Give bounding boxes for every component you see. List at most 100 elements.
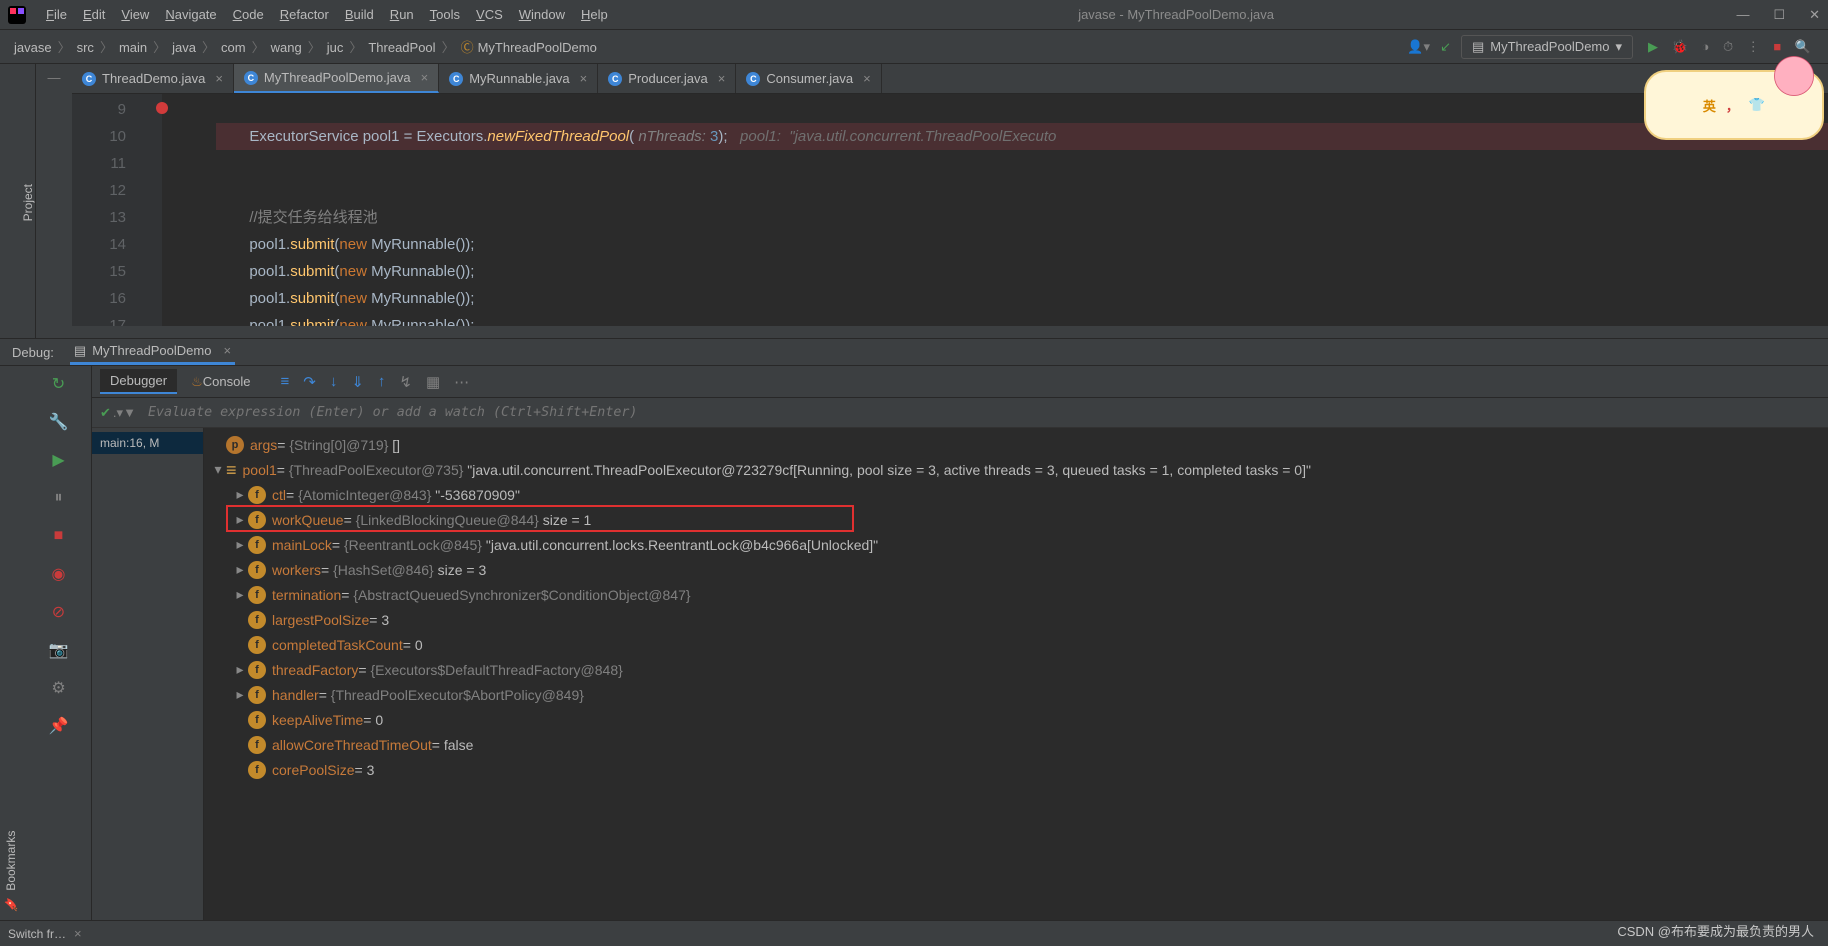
editor-tab[interactable]: CMyRunnable.java×	[439, 64, 598, 93]
run-icon[interactable]: ▶	[1648, 39, 1658, 54]
menu-build[interactable]: Build	[337, 7, 382, 22]
breadcrumb-item[interactable]: src	[75, 40, 96, 55]
breadcrumb-item[interactable]: javase	[12, 40, 54, 55]
pause-icon[interactable]: ⏸	[49, 488, 69, 508]
thread-dump-icon[interactable]: 📷	[49, 640, 69, 660]
close-icon[interactable]: ×	[223, 343, 231, 358]
menu-tools[interactable]: Tools	[422, 7, 468, 22]
variable-row[interactable]: ▸fmainLock = {ReentrantLock@845} "java.u…	[204, 532, 1828, 557]
stop-icon[interactable]: ■	[1773, 39, 1781, 54]
horizontal-scrollbar[interactable]	[72, 326, 1828, 338]
editor-tab[interactable]: CThreadDemo.java×	[72, 64, 234, 93]
menu-vcs[interactable]: VCS	[468, 7, 511, 22]
force-step-into-icon[interactable]: ⇓	[351, 373, 364, 391]
variable-row[interactable]: pargs = {String[0]@719} []	[204, 432, 1828, 457]
editor-tab[interactable]: CMyThreadPoolDemo.java×	[234, 64, 439, 93]
collapse-icon[interactable]: —	[48, 70, 61, 85]
console-tab[interactable]: ♨Console	[181, 370, 260, 394]
editor-tab[interactable]: CConsumer.java×	[736, 64, 881, 93]
expand-icon[interactable]: ▸	[232, 661, 248, 678]
close-icon[interactable]: ×	[718, 71, 726, 86]
menu-help[interactable]: Help	[573, 7, 616, 22]
debug-icon[interactable]: 🐞	[1672, 39, 1688, 54]
mute-breakpoints-icon[interactable]: ⊘	[49, 602, 69, 622]
variable-row[interactable]: fcompletedTaskCount = 0	[204, 632, 1828, 657]
run-config-selector[interactable]: ▤ MyThreadPoolDemo ▾	[1461, 35, 1633, 59]
step-over-icon[interactable]: ↷	[303, 373, 316, 391]
menu-edit[interactable]: Edit	[75, 7, 113, 22]
coverage-icon[interactable]: ◑	[1701, 39, 1709, 54]
menu-run[interactable]: Run	[382, 7, 422, 22]
expand-icon[interactable]: ▸	[232, 536, 248, 553]
project-toolwindow-tab[interactable]: Project	[21, 178, 35, 227]
chevron-down-icon[interactable]: ▼	[123, 405, 136, 420]
variable-row[interactable]: flargestPoolSize = 3	[204, 607, 1828, 632]
breadcrumb-item[interactable]: juc	[325, 40, 346, 55]
view-breakpoints-icon[interactable]: ◉	[49, 564, 69, 584]
expand-icon[interactable]: ▾	[210, 461, 226, 478]
bookmarks-icon[interactable]: 🔖	[4, 897, 18, 912]
vcs-update-icon[interactable]: ↙	[1440, 39, 1451, 55]
menu-file[interactable]: File	[38, 7, 75, 22]
accept-icon[interactable]: ✔	[100, 405, 111, 421]
variable-row[interactable]: ▸fctl = {AtomicInteger@843} "-536870909"	[204, 482, 1828, 507]
settings-icon[interactable]: ⚙	[49, 678, 69, 698]
close-icon[interactable]: ×	[863, 71, 871, 86]
breakpoint-gutter[interactable]	[144, 94, 162, 326]
minimize-icon[interactable]: —	[1736, 7, 1749, 23]
variable-row[interactable]: fallowCoreThreadTimeOut = false	[204, 732, 1828, 757]
menu-view[interactable]: View	[113, 7, 157, 22]
drop-frame-icon[interactable]: ↯	[399, 373, 412, 391]
menu-window[interactable]: Window	[511, 7, 573, 22]
switch-frames-label[interactable]: Switch fr…	[8, 927, 66, 941]
frames-panel[interactable]: main:16, M	[92, 428, 204, 920]
expand-icon[interactable]: ▸	[232, 686, 248, 703]
debugger-tab[interactable]: Debugger	[100, 369, 177, 394]
expand-icon[interactable]: ▸	[232, 511, 248, 528]
variable-row[interactable]: ▸fhandler = {ThreadPoolExecutor$AbortPol…	[204, 682, 1828, 707]
breadcrumb-item[interactable]: java	[170, 40, 198, 55]
pin-icon[interactable]: 📌	[49, 716, 69, 736]
bookmarks-tab[interactable]: Bookmarks	[4, 831, 18, 891]
step-out-icon[interactable]: ↑	[378, 373, 386, 391]
resume-icon[interactable]: ▶	[49, 450, 69, 470]
variable-row[interactable]: fcorePoolSize = 3	[204, 757, 1828, 782]
breadcrumb-item[interactable]: ⒸMyThreadPoolDemo	[459, 40, 599, 55]
menu-refactor[interactable]: Refactor	[272, 7, 337, 22]
attach-icon[interactable]: ⋮	[1747, 39, 1760, 54]
evaluate-expression-input[interactable]	[136, 405, 1828, 420]
maximize-icon[interactable]: ☐	[1773, 7, 1785, 23]
step-into-icon[interactable]: ↓	[330, 373, 338, 391]
variable-row[interactable]: ▸fthreadFactory = {Executors$DefaultThre…	[204, 657, 1828, 682]
close-window-icon[interactable]: ✕	[1809, 7, 1820, 23]
breadcrumb-item[interactable]: ThreadPool	[366, 40, 437, 55]
variable-row[interactable]: ▸fworkers = {HashSet@846} size = 3	[204, 557, 1828, 582]
variable-row[interactable]: fkeepAliveTime = 0	[204, 707, 1828, 732]
menu-navigate[interactable]: Navigate	[157, 7, 224, 22]
stop-debug-icon[interactable]: ■	[49, 526, 69, 546]
variables-panel[interactable]: pargs = {String[0]@719} []▾≡pool1 = {Thr…	[204, 428, 1828, 920]
code-content[interactable]: ExecutorService pool1 = Executors.newFix…	[162, 94, 1828, 326]
close-icon[interactable]: ×	[215, 71, 223, 86]
user-icon[interactable]: 👤▾	[1407, 39, 1430, 55]
expand-icon[interactable]: ▸	[232, 561, 248, 578]
stack-frame[interactable]: main:16, M	[92, 432, 203, 454]
expand-icon[interactable]: ▸	[232, 586, 248, 603]
evaluate-icon[interactable]: ⋯	[454, 373, 469, 391]
show-execution-icon[interactable]: ≡	[280, 373, 289, 391]
expand-icon[interactable]: ▸	[232, 486, 248, 503]
debug-session-tab[interactable]: ▤ MyThreadPoolDemo ×	[70, 339, 235, 365]
breadcrumb-item[interactable]: main	[117, 40, 149, 55]
editor-tab[interactable]: CProducer.java×	[598, 64, 736, 93]
run-to-cursor-icon[interactable]: ▦	[426, 373, 440, 391]
code-editor[interactable]: 91011121314151617 ExecutorService pool1 …	[72, 94, 1828, 326]
close-icon[interactable]: ×	[74, 926, 82, 941]
rerun-icon[interactable]: ↻	[49, 374, 69, 394]
breadcrumb-item[interactable]: wang	[269, 40, 304, 55]
close-icon[interactable]: ×	[580, 71, 588, 86]
variable-row[interactable]: ▸fworkQueue = {LinkedBlockingQueue@844} …	[204, 507, 1828, 532]
breadcrumb-item[interactable]: com	[219, 40, 248, 55]
close-icon[interactable]: ×	[421, 70, 429, 85]
profile-icon[interactable]: ⏱	[1723, 39, 1733, 54]
menu-code[interactable]: Code	[225, 7, 272, 22]
